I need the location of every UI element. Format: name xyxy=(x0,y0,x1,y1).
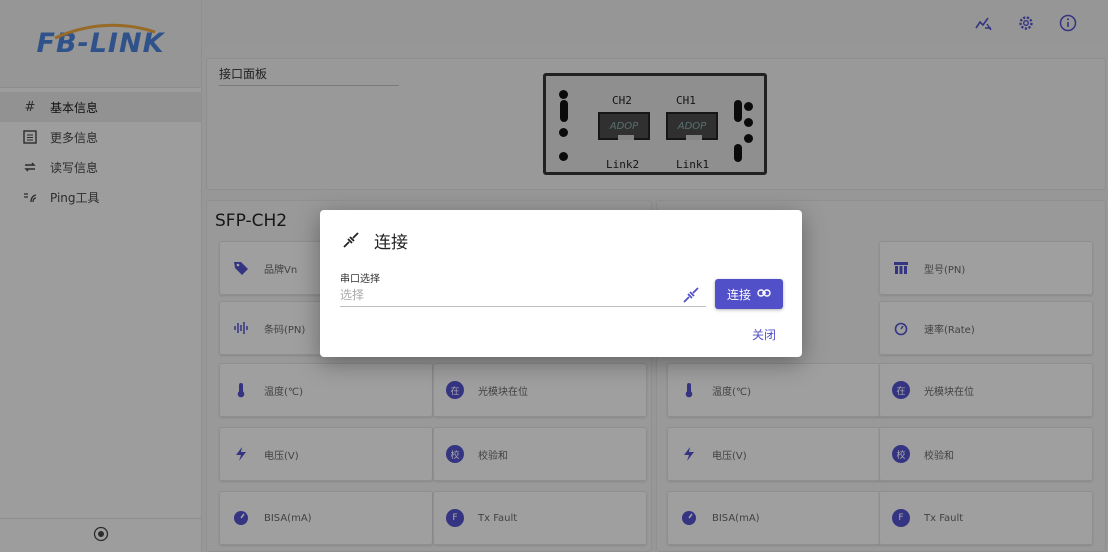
disconnect-icon[interactable] xyxy=(682,286,702,306)
dialog-header: 连接 xyxy=(342,228,408,253)
disconnect-icon xyxy=(342,231,362,251)
link-icon xyxy=(757,287,771,301)
connect-dialog: 连接 串口选择 连接 关闭 xyxy=(320,210,802,357)
close-button[interactable]: 关闭 xyxy=(752,326,776,343)
serial-port-select[interactable] xyxy=(340,283,706,307)
connect-button[interactable]: 连接 xyxy=(715,279,783,309)
dialog-title: 连接 xyxy=(374,233,408,253)
connect-button-label: 连接 xyxy=(726,287,751,302)
